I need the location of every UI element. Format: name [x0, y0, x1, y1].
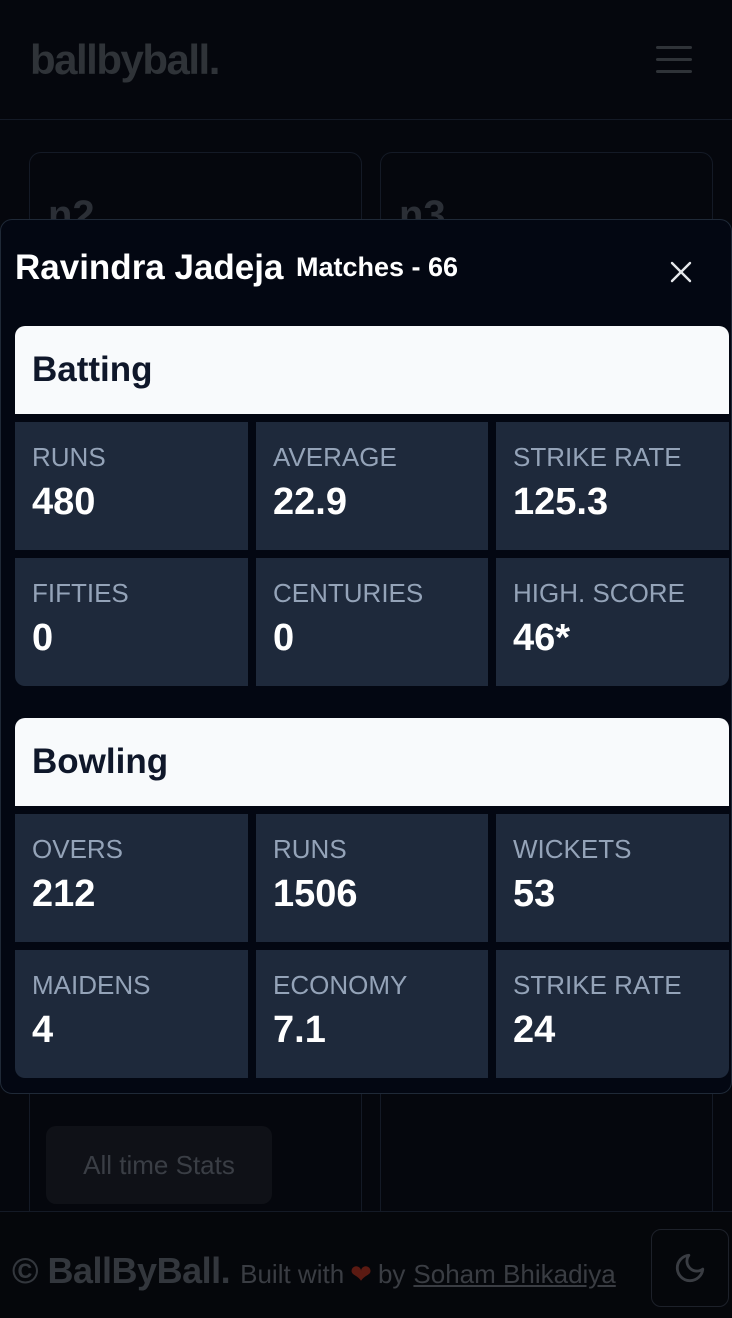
author-link[interactable]: Soham Bhikadiya: [413, 1259, 615, 1290]
stat-label: CENTURIES: [273, 578, 424, 608]
footer-credit: © BallByBall. Built with ❤ by Soham Bhik…: [12, 1250, 616, 1292]
theme-toggle-button[interactable]: [651, 1229, 729, 1307]
stat-value: 212: [32, 873, 96, 915]
footer-built-with: Built with: [240, 1259, 345, 1289]
stat-cell-bowling-strike-rate: STRIKE RATE 24: [496, 950, 729, 1078]
bowling-section-header: Bowling: [15, 718, 729, 806]
stat-cell-economy: ECONOMY 7.1: [256, 950, 488, 1078]
stat-label: STRIKE RATE: [513, 970, 682, 1000]
stat-cell-runs-conceded: RUNS 1506: [256, 814, 488, 942]
stat-cell-high-score: HIGH. SCORE 46*: [496, 558, 729, 686]
stat-cell-strike-rate: STRIKE RATE 125.3: [496, 422, 729, 550]
logo[interactable]: ballbyball.: [30, 36, 220, 84]
bowling-title: Bowling: [32, 742, 169, 781]
stat-value: 22.9: [273, 481, 347, 523]
close-button[interactable]: [663, 254, 699, 290]
stat-value: 46*: [513, 617, 571, 659]
stat-label: AVERAGE: [273, 442, 397, 472]
stat-label: MAIDENS: [32, 970, 151, 1000]
matches-count: Matches - 66: [296, 252, 459, 282]
batting-section-header: Batting: [15, 326, 729, 414]
all-time-stats-button[interactable]: All time Stats: [46, 1126, 272, 1204]
stat-label: RUNS: [273, 834, 347, 864]
player-name: Ravindra Jadeja: [15, 248, 284, 287]
stat-value: 7.1: [273, 1009, 326, 1051]
modal-header: Ravindra Jadeja Matches - 66: [15, 248, 717, 298]
hamburger-menu-icon[interactable]: [656, 45, 692, 74]
footer-brand: © BallByBall.: [12, 1250, 231, 1291]
stat-cell-average: AVERAGE 22.9: [256, 422, 488, 550]
stat-label: WICKETS: [513, 834, 632, 864]
stat-label: HIGH. SCORE: [513, 578, 685, 608]
stat-value: 480: [32, 481, 96, 523]
stat-value: 125.3: [513, 481, 609, 523]
stat-value: 0: [32, 617, 54, 659]
stat-label: RUNS: [32, 442, 106, 472]
stat-cell-runs: RUNS 480: [15, 422, 248, 550]
bowling-stats-grid: OVERS 212 RUNS 1506 WICKETS 53 MAIDENS 4…: [15, 814, 729, 1078]
stat-cell-overs: OVERS 212: [15, 814, 248, 942]
stat-value: 0: [273, 617, 295, 659]
stat-label: OVERS: [32, 834, 124, 864]
footer-by: by: [377, 1259, 406, 1289]
stat-label: FIFTIES: [32, 578, 129, 608]
stat-cell-fifties: FIFTIES 0: [15, 558, 248, 686]
close-icon: [670, 261, 692, 283]
stat-value: 24: [513, 1009, 556, 1051]
player-stats-modal: Ravindra Jadeja Matches - 66 Batting RUN…: [0, 219, 732, 1094]
moon-icon: [675, 1253, 705, 1283]
stat-cell-wickets: WICKETS 53: [496, 814, 729, 942]
navbar: ballbyball.: [0, 0, 732, 120]
stat-label: ECONOMY: [273, 970, 408, 1000]
stat-label: STRIKE RATE: [513, 442, 682, 472]
stat-value: 1506: [273, 873, 358, 915]
stat-cell-maidens: MAIDENS 4: [15, 950, 248, 1078]
batting-title: Batting: [32, 350, 153, 389]
stat-cell-centuries: CENTURIES 0: [256, 558, 488, 686]
heart-icon: ❤: [350, 1259, 372, 1289]
stat-value: 4: [32, 1009, 54, 1051]
stat-value: 53: [513, 873, 556, 915]
batting-stats-grid: RUNS 480 AVERAGE 22.9 STRIKE RATE 125.3 …: [15, 422, 729, 686]
